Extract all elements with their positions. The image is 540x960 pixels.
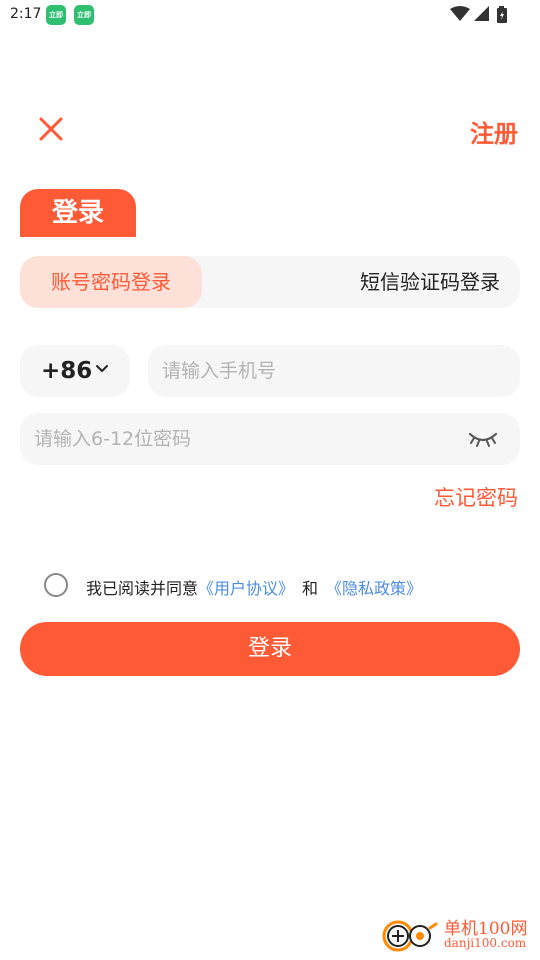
tab-password-login[interactable]: 账号密码登录: [20, 256, 202, 308]
login-screen: 2:17 立即 立即 注册 登录 账号密码登录 短信验证码登录 +86 请输入手…: [0, 0, 540, 960]
app-notification-icon: 立即: [46, 5, 66, 25]
phone-input[interactable]: [148, 345, 520, 397]
login-button[interactable]: 登录: [20, 622, 520, 676]
close-icon: [39, 117, 63, 141]
status-icons: [450, 6, 508, 24]
tab-sms-login[interactable]: 短信验证码登录: [360, 256, 500, 308]
watermark-url: danji100.com: [444, 936, 527, 950]
privacy-policy-link[interactable]: 《隐私政策》: [326, 579, 422, 598]
watermark-logo-icon: [382, 920, 438, 952]
password-field: [20, 413, 520, 465]
status-time: 2:17: [10, 6, 42, 22]
agreement-prefix: 我已阅读并同意: [86, 579, 199, 598]
battery-icon: [497, 6, 507, 23]
close-button[interactable]: [36, 114, 66, 144]
eye-closed-icon[interactable]: [468, 430, 498, 448]
cell-signal-icon: [474, 6, 489, 21]
page-title: 登录: [20, 189, 136, 237]
forgot-password-link[interactable]: 忘记密码: [434, 482, 518, 512]
login-mode-switch: 账号密码登录 短信验证码登录: [20, 256, 520, 308]
country-code-select[interactable]: +86: [20, 345, 130, 397]
status-bar: 2:17 立即 立即: [0, 0, 540, 30]
register-link[interactable]: 注册: [470, 114, 518, 149]
agreement-checkbox[interactable]: [44, 573, 68, 597]
phone-field: [148, 345, 520, 397]
app-notification-icon: 立即: [74, 5, 94, 25]
chevron-down-icon: [96, 365, 108, 372]
watermark: 单机100网 danji100.com: [382, 914, 532, 954]
country-code-value: +86: [41, 358, 93, 384]
wifi-icon: [450, 6, 470, 21]
password-input[interactable]: [20, 413, 520, 465]
agreement-and: 和: [302, 579, 319, 598]
user-agreement-link[interactable]: 《用户协议》: [198, 579, 294, 598]
agreement-text: 我已阅读并同意《用户协议》和《隐私政策》: [86, 575, 422, 599]
